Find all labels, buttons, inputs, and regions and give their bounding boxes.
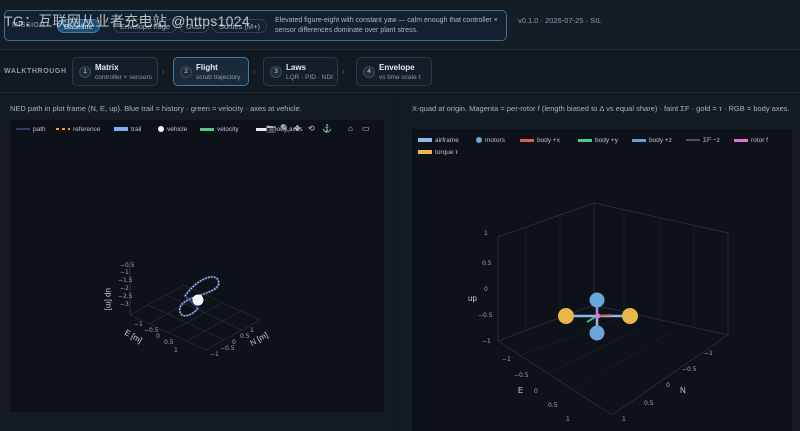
motor-front bbox=[589, 292, 605, 308]
n-ticks: 1 0.5 0 −0.5 −1 bbox=[622, 350, 713, 423]
flight-3d-plot[interactable]: path reference trail vehicle velocity bo… bbox=[10, 120, 384, 412]
tick-label: −3 bbox=[120, 301, 129, 308]
rotor-torque-left bbox=[558, 308, 574, 324]
airframe-panel-description: X-quad at origin. Magenta = per-rotor f … bbox=[412, 104, 790, 113]
tick-label: 1 bbox=[174, 347, 178, 354]
tick-label: −1 bbox=[704, 350, 713, 357]
up-ticks: −0.5 −1 −1.5 −2 −2.5 −3 bbox=[118, 262, 135, 308]
tick-label: 0.5 bbox=[482, 260, 492, 267]
up-ticks: 1 0.5 0 −0.5 −1 bbox=[478, 230, 493, 345]
version-label: v0.1.0 · 2026-07-25 · SIL bbox=[518, 16, 602, 25]
flight-panel-description: NED path in plot frame (N, E, up). Blue … bbox=[10, 104, 302, 113]
tick-label: −0.5 bbox=[220, 345, 235, 352]
tick-label: −1.5 bbox=[118, 277, 133, 284]
tick-label: −2.5 bbox=[118, 293, 133, 300]
tick-label: −0.5 bbox=[514, 372, 529, 379]
step-number: 1 bbox=[79, 66, 91, 78]
mission-bar: MISSION Baseline Envelope edge Gust Sort… bbox=[0, 0, 800, 50]
tick-label: 0 bbox=[534, 388, 538, 395]
step-subtitle: controller × sensors bbox=[95, 74, 152, 81]
step-number: 2 bbox=[180, 66, 192, 78]
ground-grid bbox=[129, 284, 261, 351]
step-number: 4 bbox=[363, 66, 375, 78]
step-number: 3 bbox=[270, 66, 282, 78]
step-matrix[interactable]: 1 Matrix controller × sensors bbox=[72, 57, 158, 86]
tick-label: −2 bbox=[120, 285, 129, 292]
walkthrough-bar: WALKTHROUGH 1 Matrix controller × sensor… bbox=[0, 51, 800, 93]
step-title: Matrix bbox=[95, 63, 119, 72]
tick-label: 0.5 bbox=[164, 339, 174, 346]
tick-label: 0 bbox=[156, 333, 160, 340]
step-arrow: › bbox=[253, 67, 256, 76]
inner-grid bbox=[521, 210, 695, 390]
tick-label: 0 bbox=[232, 339, 236, 346]
quad-airframe bbox=[558, 292, 638, 341]
step-title: Flight bbox=[196, 63, 218, 72]
tick-label: 1 bbox=[250, 327, 254, 334]
step-title: Envelope bbox=[379, 63, 415, 72]
step-laws[interactable]: 3 Laws LQR · PID · NDI bbox=[263, 57, 338, 86]
tick-label: −1 bbox=[210, 351, 219, 358]
step-flight[interactable]: 2 Flight scrub trajectory bbox=[173, 57, 249, 86]
tick-label: 0 bbox=[666, 382, 670, 389]
step-subtitle: scrub trajectory bbox=[196, 74, 241, 81]
e-axis-title: E bbox=[518, 386, 523, 395]
tick-label: −1 bbox=[120, 269, 129, 276]
step-subtitle: LQR · PID · NDI bbox=[286, 74, 333, 81]
up-axis-title: up bbox=[468, 294, 477, 303]
step-envelope[interactable]: 4 Envelope vs time scale τ bbox=[356, 57, 432, 86]
up-axis-title: up [m] bbox=[104, 288, 113, 310]
tick-label: 0 bbox=[484, 286, 488, 293]
n-ticks: −1 −0.5 0 0.5 1 bbox=[210, 327, 254, 358]
vehicle-marker bbox=[192, 294, 204, 306]
walkthrough-label: WALKTHROUGH bbox=[4, 68, 67, 75]
airframe-scene: 1 0.5 0 −0.5 −1 up −1 −0.5 0 0.5 1 E 1 0… bbox=[468, 202, 729, 423]
tick-label: −0.5 bbox=[682, 366, 697, 373]
tick-label: −1 bbox=[502, 356, 511, 363]
tick-label: 0.5 bbox=[644, 400, 654, 407]
tick-label: −1 bbox=[482, 338, 491, 345]
airframe-panel: X-quad at origin. Magenta = per-rotor f … bbox=[400, 95, 800, 431]
tick-label: −0.5 bbox=[478, 312, 493, 319]
tick-label: 1 bbox=[484, 230, 488, 237]
step-arrow: › bbox=[162, 67, 165, 76]
tick-label: 1 bbox=[622, 416, 626, 423]
airframe-3d-plot[interactable]: airframe motors body +x body +y body +z … bbox=[412, 129, 792, 431]
motor-back bbox=[589, 325, 605, 341]
tick-label: −1 bbox=[134, 321, 143, 328]
tick-label: 1 bbox=[566, 416, 570, 423]
flight-scene: −0.5 −1 −1.5 −2 −2.5 −3 −1 −0.5 0 0.5 1 … bbox=[104, 260, 270, 358]
watermark-text: TG：互联网从业者充电站 @https1024 bbox=[4, 13, 250, 29]
scene-box bbox=[497, 202, 729, 416]
mission-description: Elevated figure-eight with constant yaw … bbox=[275, 17, 498, 34]
step-title: Laws bbox=[286, 63, 307, 72]
step-arrow: › bbox=[342, 67, 345, 76]
tick-label: 0.5 bbox=[548, 402, 558, 409]
flight-panel: NED path in plot frame (N, E, up). Blue … bbox=[0, 95, 392, 431]
n-axis-title: N bbox=[680, 386, 686, 395]
e-axis-title: E [m] bbox=[123, 328, 144, 345]
tick-label: −0.5 bbox=[120, 262, 135, 269]
rotor-torque-right bbox=[622, 308, 638, 324]
step-subtitle: vs time scale τ bbox=[379, 74, 421, 81]
